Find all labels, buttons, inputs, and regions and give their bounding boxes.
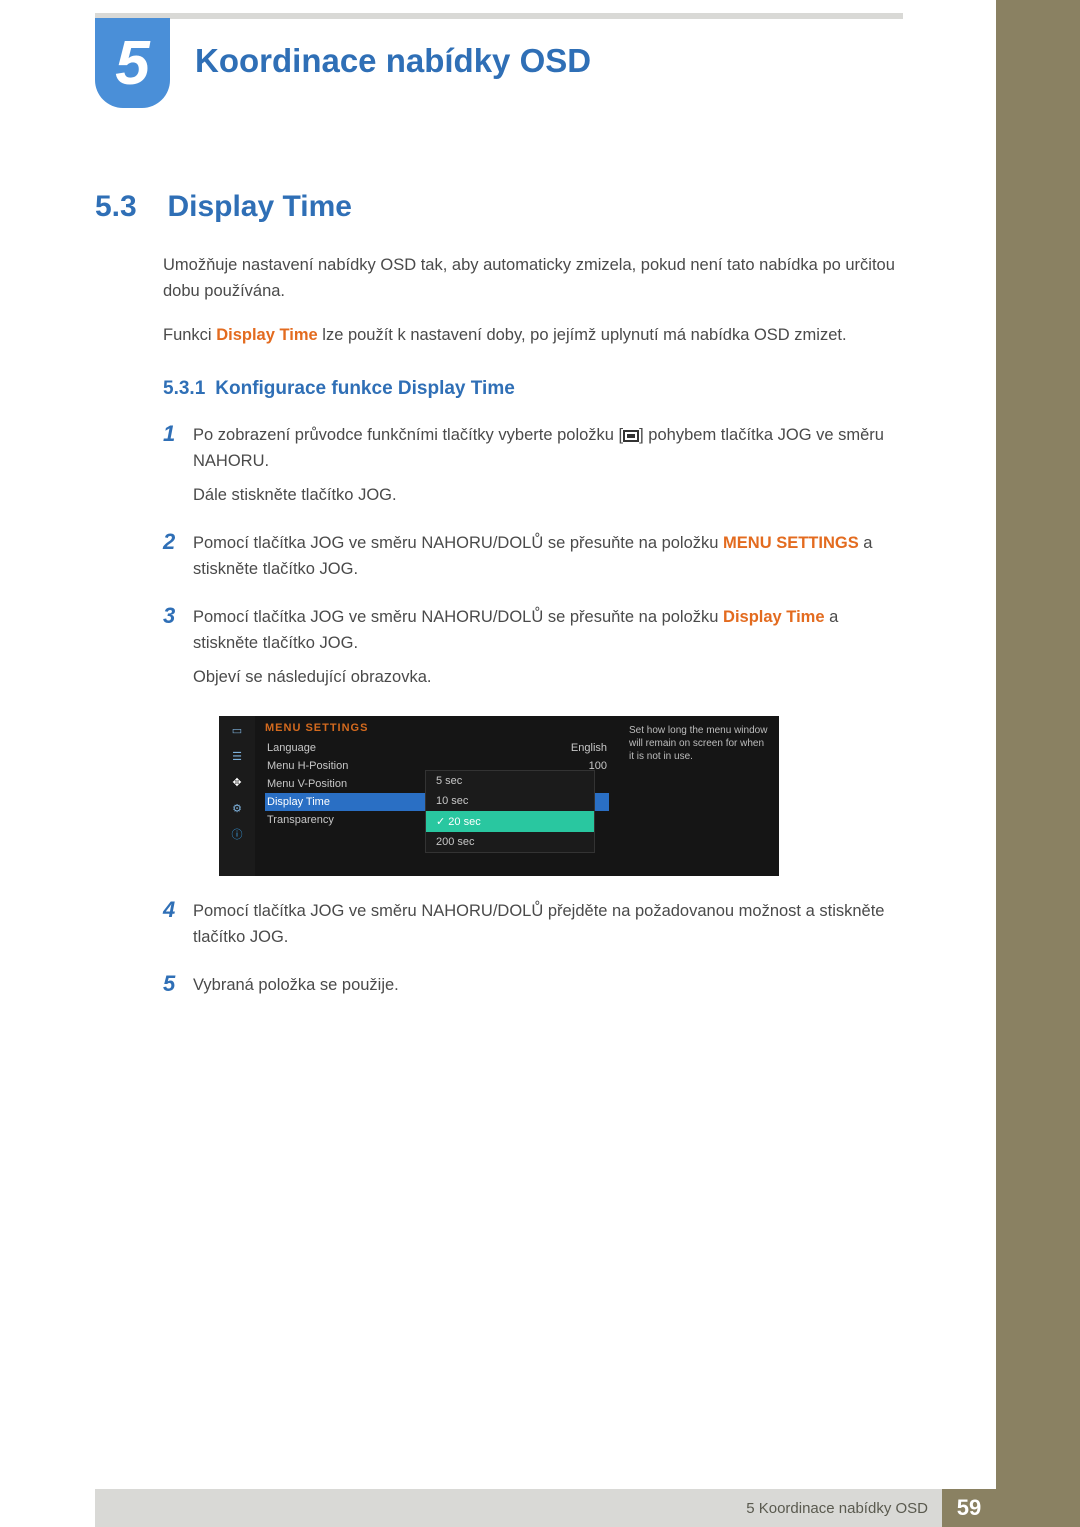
step-4: 4 Pomocí tlačítka JOG ve směru NAHORU/DO… bbox=[163, 898, 903, 958]
step-number: 1 bbox=[163, 422, 193, 516]
list-icon: ☰ bbox=[227, 748, 247, 764]
step-body: Pomocí tlačítka JOG ve směru NAHORU/DOLŮ… bbox=[193, 604, 903, 698]
osd-row-label: Transparency bbox=[267, 814, 334, 826]
osd-row-value: English bbox=[571, 742, 607, 754]
step-body: Vybraná položka se použije. bbox=[193, 972, 903, 1006]
right-side-stripe bbox=[996, 0, 1080, 1527]
content-area: 5.3 Display Time Umožňuje nastavení nabí… bbox=[95, 190, 903, 1020]
step3-accent: Display Time bbox=[723, 608, 825, 626]
intro2-suffix: lze použít k nastavení doby, po jejímž u… bbox=[318, 326, 847, 344]
section-title: Display Time bbox=[167, 190, 352, 223]
step-5: 5 Vybraná položka se použije. bbox=[163, 972, 903, 1006]
osd-screenshot: ▭ ☰ ✥ ⚙ ⓘ MENU SETTINGS Language English… bbox=[219, 716, 779, 876]
osd-help-text: Set how long the menu window will remain… bbox=[619, 716, 779, 876]
step-number: 3 bbox=[163, 604, 193, 698]
section-intro-2: Funkci Display Time lze použít k nastave… bbox=[163, 322, 903, 348]
step-number: 2 bbox=[163, 530, 193, 590]
osd-popup-option-selected: 20 sec bbox=[426, 811, 594, 832]
osd-row-language: Language English bbox=[265, 739, 609, 757]
subsection-number: 5.3.1 bbox=[163, 378, 205, 399]
chapter-number: 5 bbox=[115, 28, 149, 99]
menu-icon bbox=[623, 430, 639, 442]
section-intro-1: Umožňuje nastavení nabídky OSD tak, aby … bbox=[163, 252, 903, 304]
osd-popup-option: 200 sec bbox=[426, 832, 594, 852]
step-2: 2 Pomocí tlačítka JOG ve směru NAHORU/DO… bbox=[163, 530, 903, 590]
step-body: Pomocí tlačítka JOG ve směru NAHORU/DOLŮ… bbox=[193, 530, 903, 590]
step1-text-a: Po zobrazení průvodce funkčními tlačítky… bbox=[193, 426, 623, 444]
step-body: Po zobrazení průvodce funkčními tlačítky… bbox=[193, 422, 903, 516]
chapter-number-tab: 5 bbox=[95, 18, 170, 108]
page-footer: 5 Koordinace nabídky OSD 59 bbox=[95, 1489, 996, 1527]
step-3: 3 Pomocí tlačítka JOG ve směru NAHORU/DO… bbox=[163, 604, 903, 698]
osd-row-label: Menu V-Position bbox=[267, 778, 347, 790]
step1-text-2: Dále stiskněte tlačítko JOG. bbox=[193, 482, 903, 508]
section-heading: 5.3 Display Time bbox=[95, 190, 903, 224]
step2-text-a: Pomocí tlačítka JOG ve směru NAHORU/DOLŮ… bbox=[193, 534, 723, 552]
page: 5 Koordinace nabídky OSD 5.3 Display Tim… bbox=[0, 0, 1080, 1527]
osd-title: MENU SETTINGS bbox=[265, 722, 609, 734]
step-number: 5 bbox=[163, 972, 193, 1006]
osd-popup-option: 5 sec bbox=[426, 771, 594, 791]
intro2-prefix: Funkci bbox=[163, 326, 216, 344]
subsection-heading: 5.3.1 Konfigurace funkce Display Time bbox=[163, 378, 903, 400]
osd-row-label: Language bbox=[267, 742, 316, 754]
step3-text-2: Objeví se následující obrazovka. bbox=[193, 664, 903, 690]
top-gray-bar bbox=[95, 13, 903, 19]
osd-row-label: Menu H-Position bbox=[267, 760, 348, 772]
subsection-title: Konfigurace funkce Display Time bbox=[215, 378, 515, 399]
step4-text: Pomocí tlačítka JOG ve směru NAHORU/DOLŮ… bbox=[193, 898, 903, 950]
osd-main-panel: MENU SETTINGS Language English Menu H-Po… bbox=[255, 716, 619, 876]
step5-text: Vybraná položka se použije. bbox=[193, 972, 903, 998]
gear-icon: ⚙ bbox=[227, 800, 247, 816]
move-icon: ✥ bbox=[227, 774, 247, 790]
osd-popup: 5 sec 10 sec 20 sec 200 sec bbox=[425, 770, 595, 853]
osd-sidebar: ▭ ☰ ✥ ⚙ ⓘ bbox=[219, 716, 255, 876]
step2-accent: MENU SETTINGS bbox=[723, 534, 859, 552]
step3-text-a: Pomocí tlačítka JOG ve směru NAHORU/DOLŮ… bbox=[193, 608, 723, 626]
step-1: 1 Po zobrazení průvodce funkčními tlačít… bbox=[163, 422, 903, 516]
footer-page-number: 59 bbox=[942, 1489, 996, 1527]
osd-row-label: Display Time bbox=[267, 796, 330, 808]
osd-popup-option: 10 sec bbox=[426, 791, 594, 811]
step-number: 4 bbox=[163, 898, 193, 958]
info-icon: ⓘ bbox=[227, 826, 247, 842]
footer-chapter-label: 5 Koordinace nabídky OSD bbox=[95, 1489, 942, 1527]
chapter-title: Koordinace nabídky OSD bbox=[195, 42, 591, 80]
intro2-accent: Display Time bbox=[216, 326, 318, 344]
monitor-icon: ▭ bbox=[227, 722, 247, 738]
step-body: Pomocí tlačítka JOG ve směru NAHORU/DOLŮ… bbox=[193, 898, 903, 958]
section-number: 5.3 bbox=[95, 190, 163, 224]
